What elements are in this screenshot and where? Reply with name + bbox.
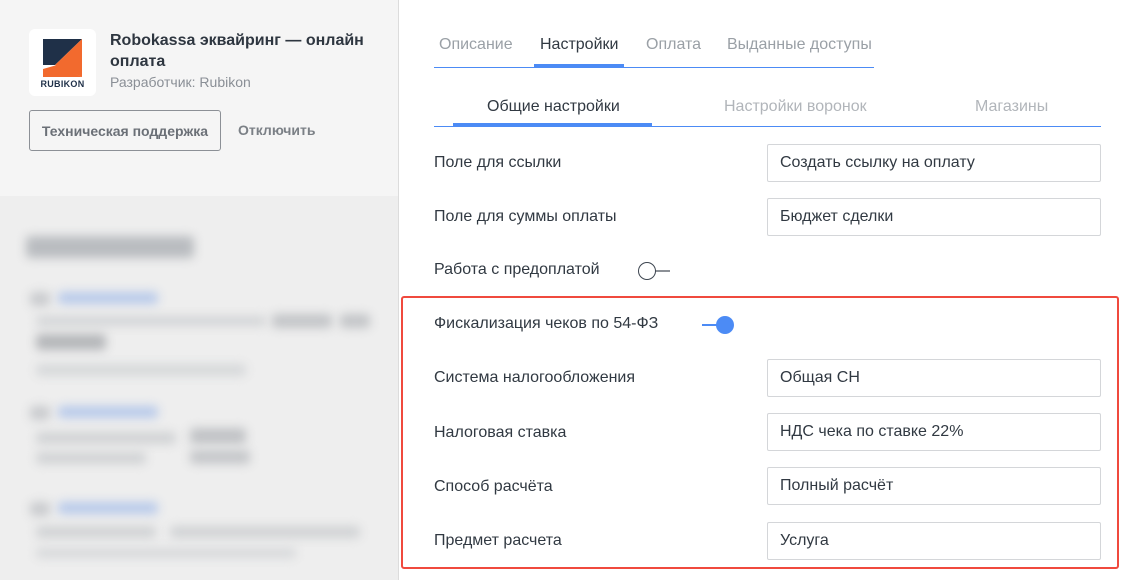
tab-granted-access[interactable]: Выданные доступы [727, 36, 872, 54]
subtab-general-settings[interactable]: Общие настройки [487, 98, 620, 116]
tab-settings[interactable]: Настройки [540, 36, 618, 54]
fiscalization-label: Фискализация чеков по 54-ФЗ [434, 315, 659, 332]
tab-payment[interactable]: Оплата [646, 36, 701, 54]
widget-info-panel: RUBIKON Robokassa эквайринг — онлайн опл… [0, 0, 399, 580]
link-field-select[interactable]: Создать ссылку на оплату [767, 144, 1101, 182]
tax-system-select[interactable]: Общая СН [767, 359, 1101, 397]
logo-text: RUBIKON [40, 79, 85, 89]
prepayment-toggle[interactable] [638, 262, 672, 280]
active-subtab-indicator [453, 123, 652, 126]
payment-method-select[interactable]: Полный расчёт [767, 467, 1101, 505]
prepayment-label: Работа с предоплатой [434, 261, 600, 278]
fiscalization-toggle[interactable] [700, 316, 734, 334]
tax-rate-select[interactable]: НДС чека по ставке 22% [767, 413, 1101, 451]
amount-field-select[interactable]: Бюджет сделки [767, 198, 1101, 236]
rubikon-logo: RUBIKON [29, 29, 96, 96]
main-tabs: Описание Настройки Оплата Выданные досту… [434, 36, 874, 68]
rubikon-logo-icon [43, 39, 82, 77]
tax-system-label: Система налогообложения [434, 369, 636, 386]
payment-subject-label: Предмет расчета [434, 532, 562, 549]
blurred-background-content [0, 196, 398, 580]
widget-header: RUBIKON Robokassa эквайринг — онлайн опл… [0, 0, 398, 196]
amount-field-label: Поле для суммы оплаты [434, 208, 617, 225]
payment-method-label: Способ расчёта [434, 478, 553, 495]
widget-developer: Разработчик: Rubikon [110, 74, 251, 90]
payment-subject-select[interactable]: Услуга [767, 522, 1101, 560]
active-tab-indicator [534, 64, 624, 67]
support-button[interactable]: Техническая поддержка [29, 110, 221, 151]
disable-button[interactable]: Отключить [238, 122, 315, 138]
widget-title: Robokassa эквайринг — онлайн оплата [110, 32, 364, 70]
tax-rate-label: Налоговая ставка [434, 424, 567, 441]
subtab-shops[interactable]: Магазины [975, 98, 1048, 116]
tab-description[interactable]: Описание [439, 36, 513, 54]
subtab-pipeline-settings[interactable]: Настройки воронок [724, 98, 867, 116]
toggle-knob [716, 316, 734, 334]
toggle-knob [638, 262, 656, 280]
link-field-label: Поле для ссылки [434, 154, 562, 171]
